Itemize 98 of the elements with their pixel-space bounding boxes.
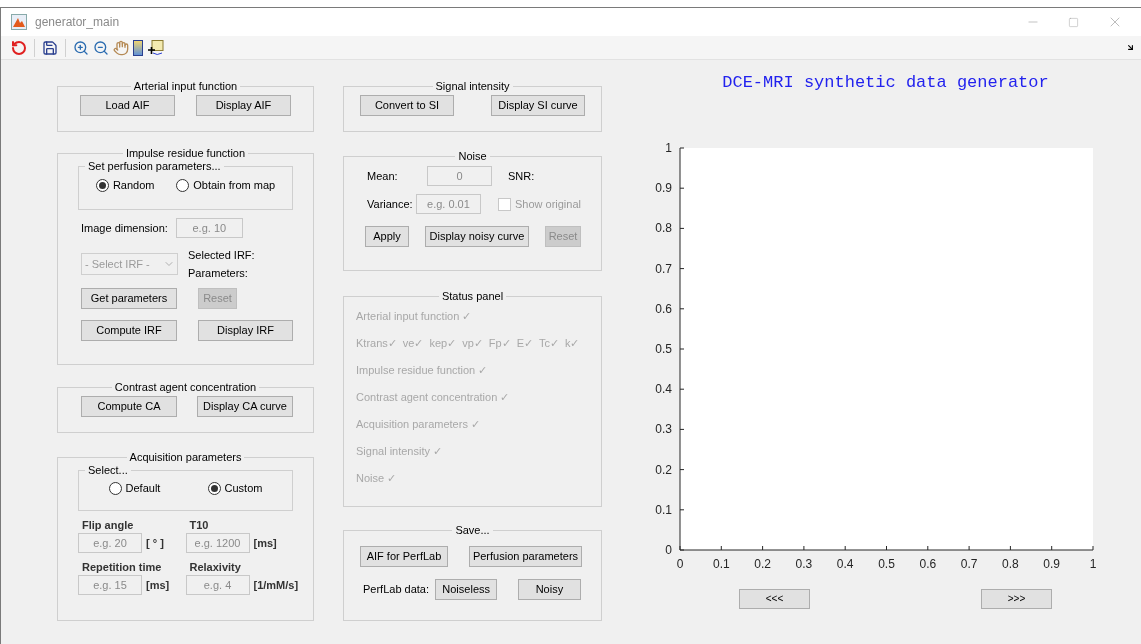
status-text: Acquisition parameters ✓ <box>356 417 481 432</box>
label: Image dimension: <box>81 220 168 236</box>
label: T10 <box>188 518 210 533</box>
tick-label: 0.5 <box>878 556 895 571</box>
nav-button[interactable]: >>> <box>981 588 1052 609</box>
input-field[interactable]: e.g. 0.01 <box>415 194 481 214</box>
label: [ ° ] <box>146 535 164 551</box>
button[interactable]: Get parameters <box>81 288 177 309</box>
button[interactable]: Convert to SI <box>360 95 454 116</box>
tick-label: 0.8 <box>1002 556 1019 571</box>
input-field[interactable]: e.g. 1200 <box>185 533 250 553</box>
panel-title: Save... <box>454 524 491 537</box>
status-text: E✓ <box>516 336 533 351</box>
tick-label: 1 <box>1089 556 1097 571</box>
button[interactable]: Load AIF <box>80 95 175 116</box>
window-title: generator_main <box>35 14 120 31</box>
label: [ms] <box>253 535 277 551</box>
label: Relaxivity <box>188 560 242 575</box>
button[interactable]: Compute CA <box>81 396 177 417</box>
panel-title: Acquisition parameters <box>128 451 243 464</box>
panel-title: Set perfusion parameters... <box>87 160 222 173</box>
radio-option[interactable]: Obtain from map <box>176 177 276 194</box>
button[interactable]: Compute IRF <box>81 320 177 341</box>
input-field[interactable]: e.g. 20 <box>78 533 142 553</box>
tick-label: 0.4 <box>836 556 854 571</box>
tick-label: 0.2 <box>754 556 771 571</box>
panel-title: Select... <box>87 464 129 477</box>
button[interactable]: Perfusion parameters <box>469 546 582 567</box>
button[interactable]: AIF for PerfLab <box>360 546 448 567</box>
tick-label: 0.6 <box>655 301 672 316</box>
status-text: Ktrans✓ <box>356 336 397 351</box>
tick-label: 0 <box>676 556 684 571</box>
tick-label: 0.9 <box>655 180 672 195</box>
tick-label: 0.6 <box>919 556 937 571</box>
panel-title: Noise <box>457 150 488 163</box>
save-icon[interactable] <box>42 39 58 56</box>
label: Variance: <box>367 196 414 212</box>
label: PerfLab data: <box>363 582 430 598</box>
status-text: vp✓ <box>462 336 483 351</box>
status-text: Signal intensity ✓ <box>356 444 444 459</box>
button[interactable]: Display noisy curve <box>425 226 529 247</box>
status-text: k✓ <box>565 336 580 351</box>
status-text: Tc✓ <box>539 336 559 351</box>
button[interactable]: Display AIF <box>196 95 291 116</box>
status-text: kep✓ <box>429 336 457 351</box>
data-cursor-icon[interactable] <box>147 39 164 56</box>
app-icon <box>11 14 27 30</box>
radio-option[interactable]: Default <box>108 480 161 497</box>
tick-label: 0.3 <box>795 556 813 571</box>
status-text: Fp✓ <box>488 336 511 351</box>
panel-title: Contrast agent concentration <box>113 381 258 394</box>
tick-label: 0.1 <box>712 556 730 571</box>
arrow-icon[interactable] <box>1126 43 1135 52</box>
status-text: Impulse residue function ✓ <box>356 363 489 378</box>
zoom-in-icon[interactable] <box>73 39 89 56</box>
tick-label: 0.7 <box>960 556 978 571</box>
status-text: Contrast agent concentration ✓ <box>356 390 511 405</box>
panel-title: Status panel <box>440 290 505 303</box>
tick-label: 0.2 <box>655 462 672 477</box>
tick-label: 0.7 <box>655 261 672 276</box>
label: SNR: <box>508 168 535 184</box>
button[interactable]: Display SI curve <box>491 95 585 116</box>
button[interactable]: Noisy <box>517 579 581 600</box>
nav-button[interactable]: <<< <box>739 588 810 609</box>
label: Parameters: <box>188 266 249 281</box>
tick-label: 0.3 <box>655 421 672 436</box>
tick-label: 0.4 <box>655 381 672 396</box>
label: Flip angle <box>81 518 135 533</box>
label: [ms] <box>146 577 170 593</box>
button[interactable]: Noiseless <box>435 579 498 600</box>
label: Repetition time <box>81 560 163 575</box>
label: Selected IRF: <box>188 248 255 263</box>
colorbar-icon[interactable] <box>133 39 143 56</box>
panel-title: Impulse residue function <box>124 147 247 160</box>
input-field[interactable]: e.g. 4 <box>185 575 250 595</box>
label: [1/mM/s] <box>253 577 299 593</box>
radio-option[interactable]: Custom <box>207 480 263 497</box>
status-text: ve✓ <box>402 336 424 351</box>
tick-label: 0.1 <box>655 502 672 517</box>
status-text: Noise ✓ <box>356 471 398 486</box>
tick-label: 0.9 <box>1043 556 1061 571</box>
label: Mean: <box>367 168 399 184</box>
refresh-icon[interactable] <box>11 39 27 56</box>
status-text: Arterial input function ✓ <box>356 309 473 324</box>
tick-label: 0.5 <box>655 341 672 356</box>
panel-title: Arterial input function <box>132 80 239 93</box>
button[interactable]: Display CA curve <box>197 396 293 417</box>
tick-label: 1 <box>665 140 672 155</box>
radio-option[interactable]: Random <box>95 177 155 194</box>
tick-label: 0.8 <box>655 220 672 235</box>
button[interactable]: Display IRF <box>198 320 293 341</box>
tick-label: 0 <box>665 542 672 557</box>
input-field[interactable]: e.g. 10 <box>175 218 243 238</box>
panel-title: Signal intensity <box>434 80 511 93</box>
plot-title: DCE-MRI synthetic data generator <box>722 72 1049 94</box>
button[interactable]: Apply <box>365 226 409 247</box>
zoom-out-icon[interactable] <box>93 39 109 56</box>
input-field[interactable]: e.g. 15 <box>78 575 142 595</box>
